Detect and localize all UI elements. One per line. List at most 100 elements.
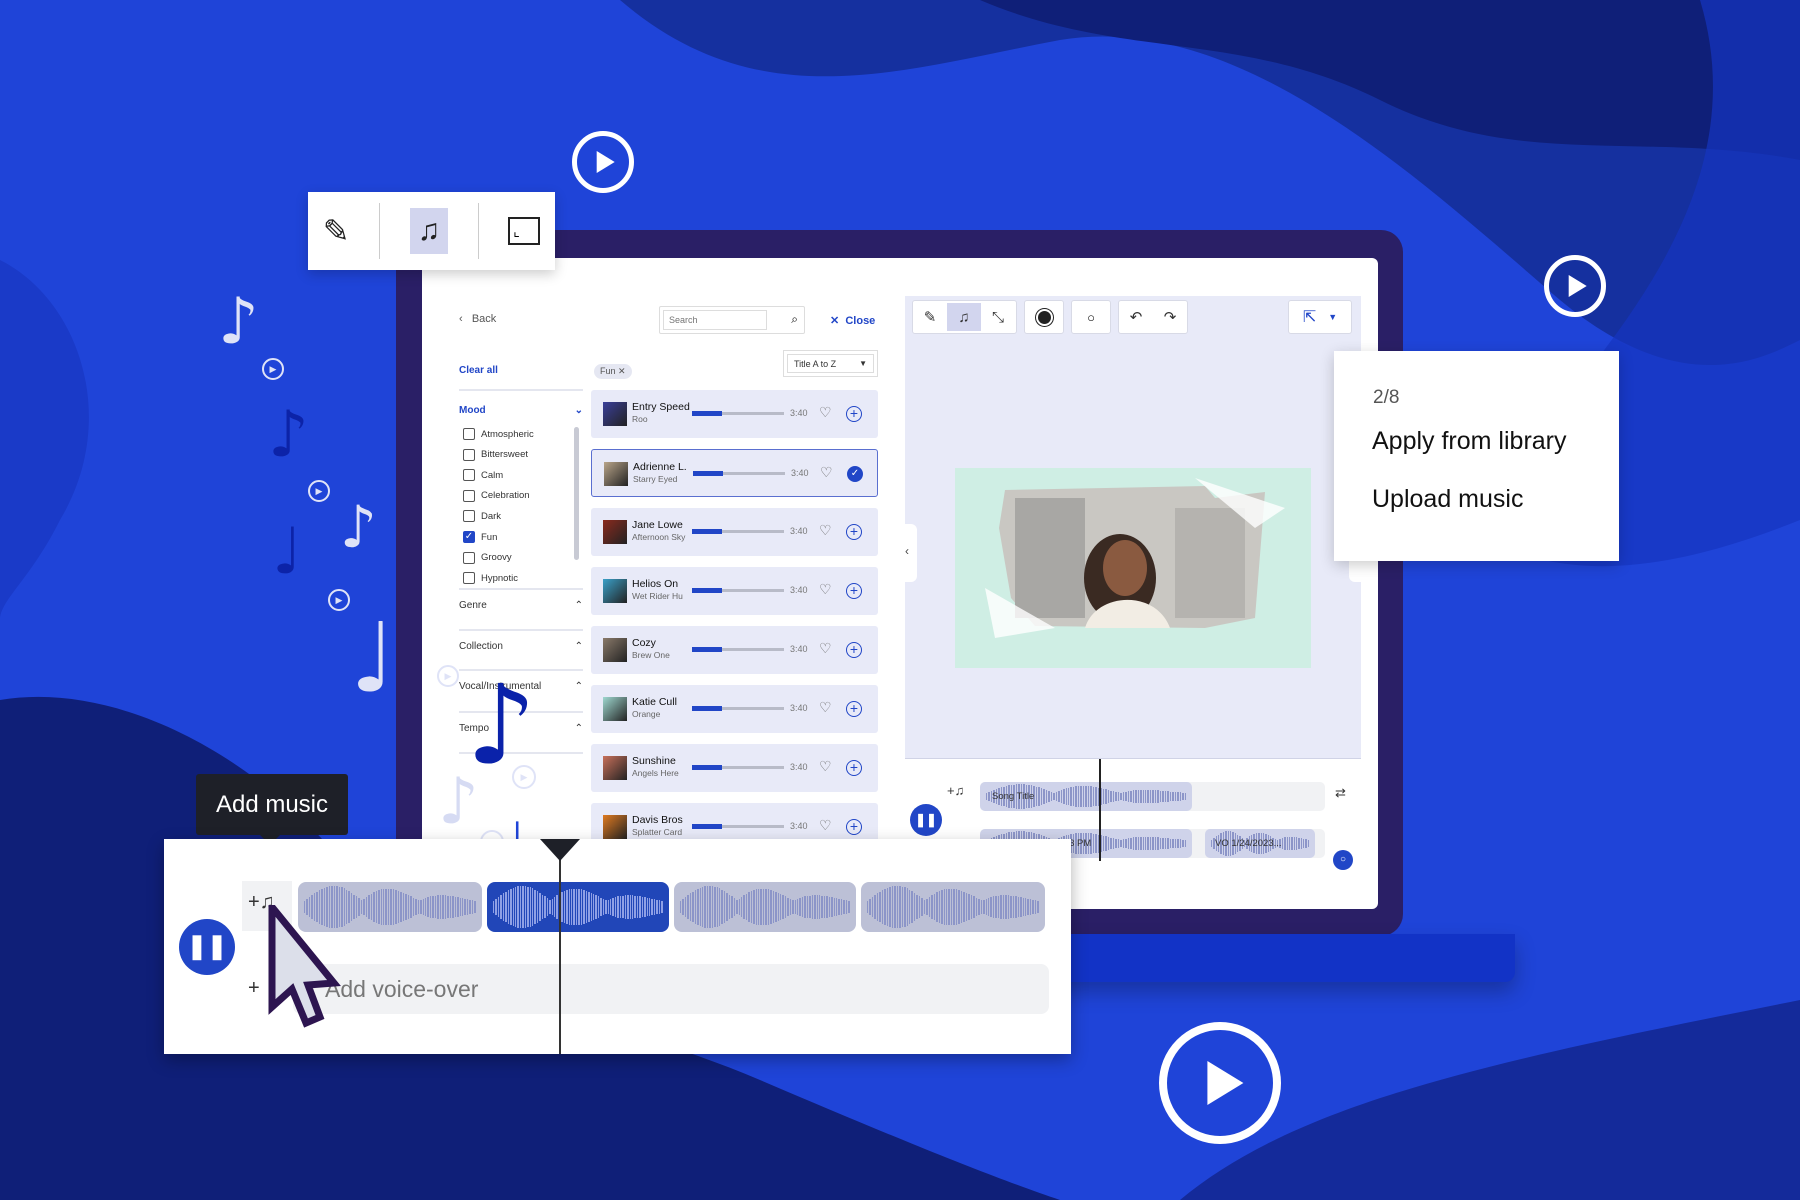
close-button[interactable]: ✕ Close <box>830 314 875 327</box>
heart-icon[interactable]: ♡ <box>819 699 832 716</box>
heart-icon[interactable]: ♡ <box>819 640 832 657</box>
added-check-icon[interactable]: ✓ <box>847 466 863 482</box>
music-clip-selected[interactable] <box>487 882 669 932</box>
playhead-handle[interactable] <box>540 839 580 861</box>
song-row[interactable]: Entry Speed Roo 3:40 ♡ + <box>591 390 878 438</box>
playhead[interactable] <box>559 839 561 1054</box>
mood-option[interactable]: Atmospheric <box>463 428 534 440</box>
record-button[interactable] <box>1024 300 1064 334</box>
chat-button[interactable]: ○ <box>1333 850 1353 870</box>
song-progress[interactable] <box>692 706 784 711</box>
heart-icon[interactable]: ♡ <box>819 581 832 598</box>
song-title: Adrienne L. <box>633 461 687 473</box>
mood-option[interactable]: Celebration <box>463 489 530 502</box>
mood-option[interactable]: Dark <box>463 510 501 523</box>
sort-dropdown[interactable]: Title A to Z ▼ <box>783 350 878 377</box>
waveform-bar <box>684 896 687 918</box>
playhead[interactable] <box>1099 759 1101 861</box>
mood-option[interactable]: Groovy <box>463 551 512 564</box>
checkbox[interactable] <box>463 448 475 461</box>
pause-button[interactable]: ❚❚ <box>179 919 235 975</box>
add-icon[interactable]: + <box>846 524 862 540</box>
waveform-bar <box>1102 835 1105 852</box>
music-clip[interactable] <box>674 882 856 932</box>
brush-icon[interactable]: ✎ <box>323 212 350 250</box>
search-input[interactable] <box>663 310 767 330</box>
waveform-bar <box>390 888 392 926</box>
add-icon[interactable]: + <box>846 701 862 717</box>
filter-section-header[interactable]: Collection ⌃ <box>459 641 583 652</box>
add-voice-over-icon[interactable]: + <box>248 977 260 1000</box>
checkbox[interactable] <box>463 469 475 482</box>
music-note-icon[interactable]: ♫ <box>947 303 981 331</box>
filter-section-header[interactable]: Genre ⌃ <box>459 600 583 611</box>
heart-icon[interactable]: ♡ <box>819 522 832 539</box>
song-progress[interactable] <box>692 411 784 416</box>
song-progress[interactable] <box>692 765 784 770</box>
heart-icon[interactable]: ♡ <box>820 464 833 481</box>
song-row[interactable]: Katie Cull Orange 3:40 ♡ + <box>591 685 878 733</box>
song-row[interactable]: Helios On Wet Rider Hu 3:40 ♡ + <box>591 567 878 615</box>
mood-option[interactable]: Hypnotic <box>463 572 518 585</box>
filter-scrollbar[interactable] <box>574 427 579 560</box>
export-button[interactable]: ⇱ ▼ <box>1288 300 1352 334</box>
music-clip[interactable]: Song Title <box>980 782 1192 811</box>
song-row[interactable]: Jane Lowe Afternoon Sky 3:40 ♡ + <box>591 508 878 556</box>
add-icon[interactable]: + <box>846 583 862 599</box>
mood-option[interactable]: ✓ Fun <box>463 531 497 543</box>
waveform-bar <box>779 893 782 921</box>
mood-section-header[interactable]: Mood ⌄ <box>459 405 583 416</box>
redo-icon[interactable]: ↷ <box>1153 303 1187 331</box>
waveform-bar <box>719 888 721 926</box>
waveform-bar <box>906 888 908 926</box>
brush-icon[interactable]: ✎ <box>913 303 947 331</box>
clear-all-link[interactable]: Clear all <box>459 365 498 376</box>
song-row[interactable]: Adrienne L. Starry Eyed 3:40 ♡ ✓ <box>591 449 878 497</box>
back-button[interactable]: ‹ Back <box>459 313 496 325</box>
song-row[interactable]: Sunshine Angels Here 3:40 ♡ + <box>591 744 878 792</box>
heart-icon[interactable]: ♡ <box>819 404 832 421</box>
song-progress[interactable] <box>692 824 784 829</box>
resize-icon[interactable]: ⌞ <box>508 217 541 245</box>
pause-button[interactable]: ❚❚ <box>910 804 942 836</box>
voice-over-clip[interactable]: VO 1/24/2023... <box>1205 829 1315 858</box>
checkbox[interactable] <box>463 572 475 585</box>
checkbox[interactable] <box>463 551 475 564</box>
checkbox[interactable] <box>463 428 475 440</box>
waveform-bar <box>806 895 809 919</box>
checkbox[interactable] <box>463 489 475 502</box>
add-icon[interactable]: + <box>846 642 862 658</box>
collapse-left-handle[interactable]: ‹ <box>905 524 917 582</box>
song-progress[interactable] <box>692 529 784 534</box>
undo-icon[interactable]: ↶ <box>1119 303 1153 331</box>
comment-button[interactable]: ○ <box>1071 300 1111 334</box>
play-icon: ▶ <box>328 589 350 611</box>
waveform-bar <box>1080 785 1082 808</box>
mood-option[interactable]: Calm <box>463 469 503 482</box>
song-progress[interactable] <box>693 471 785 476</box>
resize-icon[interactable]: ⤡ <box>981 303 1015 331</box>
add-music-icon[interactable]: +♫ <box>947 783 964 798</box>
checkbox[interactable]: ✓ <box>463 531 475 543</box>
checkbox[interactable] <box>463 510 475 523</box>
voice-over-input[interactable]: Add voice-over <box>293 964 1049 1014</box>
song-row[interactable]: Cozy Brew One 3:40 ♡ + <box>591 626 878 674</box>
search-icon[interactable]: ⌕ <box>791 312 798 327</box>
mood-option[interactable]: Bittersweet <box>463 448 528 461</box>
waveform-bar <box>1162 790 1164 803</box>
filter-chip-fun[interactable]: Fun ✕ <box>594 364 632 379</box>
loop-icon[interactable]: ⇄ <box>1335 785 1346 801</box>
menu-item-apply-from-library[interactable]: Apply from library <box>1372 427 1567 456</box>
add-icon[interactable]: + <box>846 819 862 835</box>
remove-filter-icon[interactable]: ✕ <box>618 366 626 376</box>
heart-icon[interactable]: ♡ <box>819 817 832 834</box>
song-progress[interactable] <box>692 588 784 593</box>
add-icon[interactable]: + <box>846 760 862 776</box>
song-progress[interactable] <box>692 647 784 652</box>
waveform-bar <box>809 895 811 919</box>
menu-item-upload-music[interactable]: Upload music <box>1372 485 1523 514</box>
music-clip[interactable] <box>861 882 1045 932</box>
heart-icon[interactable]: ♡ <box>819 758 832 775</box>
music-note-icon[interactable]: ♫ <box>409 208 449 254</box>
add-icon[interactable]: + <box>846 406 862 422</box>
